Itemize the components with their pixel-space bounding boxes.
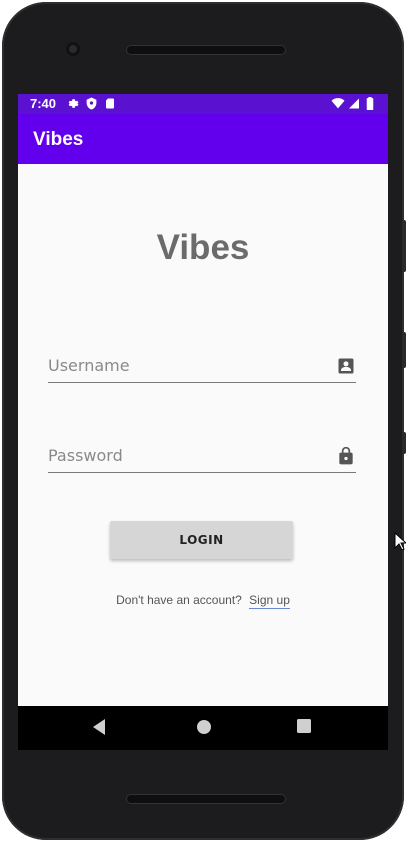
- mouse-cursor-icon: [394, 531, 408, 555]
- signup-row: Don't have an account? Sign up: [18, 593, 388, 609]
- home-icon[interactable]: [195, 718, 213, 741]
- signup-link[interactable]: Sign up: [249, 593, 290, 609]
- front-camera: [66, 42, 80, 56]
- username-field[interactable]: [48, 350, 356, 383]
- volume-button: [402, 332, 406, 368]
- recents-icon[interactable]: [296, 718, 312, 739]
- shield-icon: [85, 97, 98, 113]
- volume-button: [402, 432, 406, 454]
- wifi-icon: [331, 97, 345, 113]
- password-input[interactable]: [48, 440, 328, 470]
- app-bar: Vibes: [18, 114, 388, 164]
- battery-icon: [366, 97, 374, 113]
- nav-bar: [18, 706, 388, 750]
- signal-icon: [348, 97, 360, 113]
- gear-icon: [66, 97, 79, 113]
- account-box-icon: [336, 356, 356, 376]
- screen: 7:40 Vibes Vibes Username LOGIN Don't ha…: [18, 94, 388, 706]
- earpiece-speaker: [126, 45, 286, 55]
- password-field[interactable]: [48, 440, 356, 473]
- username-input[interactable]: [48, 350, 328, 380]
- sim-card-icon: [104, 97, 116, 113]
- status-time: 7:40: [30, 96, 57, 111]
- no-account-text: Don't have an account?: [116, 593, 242, 607]
- logo-title: Vibes: [156, 228, 250, 267]
- status-bar: 7:40: [18, 94, 388, 114]
- app-title: Vibes: [33, 129, 84, 150]
- back-icon[interactable]: [91, 718, 107, 741]
- bottom-speaker: [126, 794, 286, 804]
- lock-icon: [336, 446, 356, 466]
- login-button[interactable]: LOGIN: [110, 521, 293, 559]
- power-button: [402, 220, 406, 272]
